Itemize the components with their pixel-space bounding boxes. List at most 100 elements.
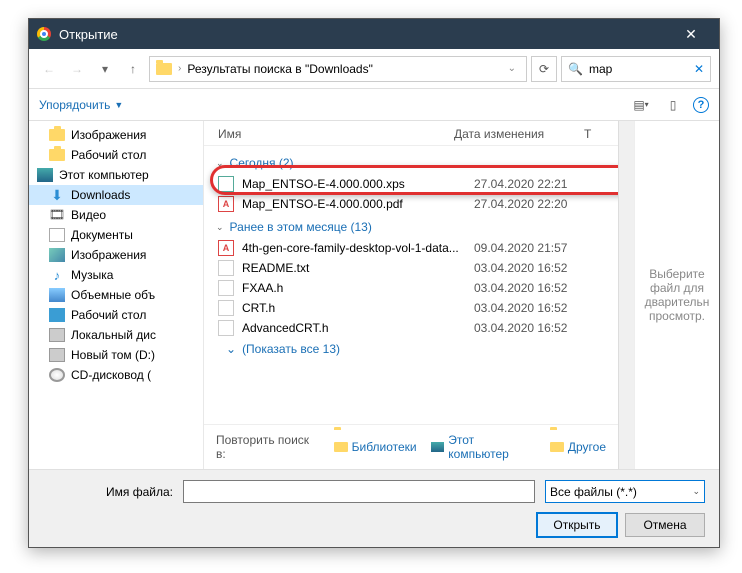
file-list: ⌄Сегодня (2)Map_ENTSO-E-4.000.000.xps27.… bbox=[204, 146, 618, 424]
txt-file-icon bbox=[218, 300, 234, 316]
sidebar-item-label: Этот компьютер bbox=[59, 168, 149, 182]
txt-file-icon bbox=[218, 260, 234, 276]
search-other-link[interactable]: Другое bbox=[550, 440, 606, 454]
sidebar-item[interactable]: Документы bbox=[29, 225, 203, 245]
sidebar-item-label: Видео bbox=[71, 208, 106, 222]
sidebar-item[interactable]: Локальный дис bbox=[29, 325, 203, 345]
col-date[interactable]: Дата изменения bbox=[454, 127, 584, 141]
folder-icon bbox=[49, 149, 65, 161]
mus-icon: ♪ bbox=[49, 268, 65, 282]
titlebar: Открытие ✕ bbox=[29, 19, 719, 49]
sidebar-item-label: Рабочий стол bbox=[71, 148, 146, 162]
pdf-file-icon: A bbox=[218, 240, 234, 256]
cancel-button[interactable]: Отмена bbox=[625, 513, 705, 537]
search-box[interactable]: 🔍 ✕ bbox=[561, 56, 711, 82]
recent-dropdown[interactable]: ▾ bbox=[93, 57, 117, 81]
sidebar-item[interactable]: Изображения bbox=[29, 245, 203, 265]
group-header[interactable]: ⌄Ранее в этом месяце (13) bbox=[212, 214, 610, 238]
organize-menu[interactable]: Упорядочить ▼ bbox=[39, 98, 123, 112]
chevron-down-icon: ⌄ bbox=[216, 158, 224, 169]
sidebar-item-label: Музыка bbox=[71, 268, 113, 282]
sidebar-item[interactable]: 🎞 Видео bbox=[29, 205, 203, 225]
sidebar-item-label: Локальный дис bbox=[71, 328, 156, 342]
file-row[interactable]: README.txt03.04.2020 16:52 bbox=[212, 258, 610, 278]
sidebar-item[interactable]: Изображения bbox=[29, 125, 203, 145]
sidebar-item[interactable]: CD-дисковод ( bbox=[29, 365, 203, 385]
sidebar-item[interactable]: Объемные объ bbox=[29, 285, 203, 305]
doc-icon bbox=[49, 228, 65, 242]
desk-icon bbox=[49, 308, 65, 322]
sidebar-item[interactable]: ♪ Музыка bbox=[29, 265, 203, 285]
file-date: 03.04.2020 16:52 bbox=[474, 261, 604, 275]
img-icon bbox=[49, 248, 65, 262]
file-row[interactable]: Map_ENTSO-E-4.000.000.xps27.04.2020 22:2… bbox=[212, 174, 610, 194]
file-name: CRT.h bbox=[242, 301, 466, 315]
show-all-link[interactable]: ⌄(Показать все 13) bbox=[212, 338, 610, 360]
close-button[interactable]: ✕ bbox=[671, 26, 711, 43]
sidebar-item[interactable]: ⬇Downloads bbox=[29, 185, 203, 205]
breadcrumb-label: Результаты поиска в "Downloads" bbox=[187, 62, 373, 76]
refresh-button[interactable]: ⟳ bbox=[531, 56, 557, 82]
filename-input[interactable] bbox=[183, 480, 535, 503]
sidebar-item[interactable]: Новый том (D:) bbox=[29, 345, 203, 365]
chevron-down-icon: ▼ bbox=[114, 100, 123, 110]
preview-pane: Выберите файл для дварительн просмотр. bbox=[634, 121, 719, 469]
file-row[interactable]: AdvancedCRT.h03.04.2020 16:52 bbox=[212, 318, 610, 338]
file-row[interactable]: AMap_ENTSO-E-4.000.000.pdf27.04.2020 22:… bbox=[212, 194, 610, 214]
preview-pane-button[interactable]: ▯ bbox=[661, 94, 685, 116]
search-icon: 🔍 bbox=[568, 62, 583, 76]
sidebar-item[interactable]: Рабочий стол bbox=[29, 145, 203, 165]
txt-file-icon bbox=[218, 280, 234, 296]
preview-text: Выберите файл для дварительн просмотр. bbox=[643, 267, 711, 323]
footer: Имя файла: Все файлы (*.*) ⌄ Открыть Отм… bbox=[29, 469, 719, 547]
folder-icon bbox=[156, 63, 172, 75]
file-name: 4th-gen-core-family-desktop-vol-1-data..… bbox=[242, 241, 466, 255]
folder-icon bbox=[49, 129, 65, 141]
chrome-icon bbox=[37, 27, 51, 41]
file-name: AdvancedCRT.h bbox=[242, 321, 466, 335]
chevron-down-icon: ⌄ bbox=[216, 222, 224, 233]
sidebar-item[interactable]: Этот компьютер bbox=[29, 165, 203, 185]
chevron-down-icon: ⌄ bbox=[226, 342, 236, 356]
toolbar: Упорядочить ▼ ▤▾ ▯ ? bbox=[29, 89, 719, 121]
sidebar-item-label: Объемные объ bbox=[71, 288, 155, 302]
group-header[interactable]: ⌄Сегодня (2) bbox=[212, 150, 610, 174]
clear-search-button[interactable]: ✕ bbox=[694, 62, 704, 76]
sidebar-item-label: Изображения bbox=[71, 248, 146, 262]
file-date: 03.04.2020 16:52 bbox=[474, 281, 604, 295]
file-row[interactable]: FXAA.h03.04.2020 16:52 bbox=[212, 278, 610, 298]
open-button[interactable]: Открыть bbox=[537, 513, 617, 537]
up-button[interactable]: ↑ bbox=[121, 57, 145, 81]
pc-icon bbox=[37, 168, 53, 182]
disk-icon bbox=[49, 348, 65, 362]
sidebar-item[interactable]: Рабочий стол bbox=[29, 305, 203, 325]
sidebar-item-label: Новый том (D:) bbox=[71, 348, 155, 362]
search-libraries-link[interactable]: Библиотеки bbox=[334, 440, 417, 454]
pdf-file-icon: A bbox=[218, 196, 234, 212]
txt-file-icon bbox=[218, 320, 234, 336]
search-input[interactable] bbox=[589, 62, 679, 76]
back-button[interactable]: ← bbox=[37, 57, 61, 81]
help-button[interactable]: ? bbox=[693, 97, 709, 113]
breadcrumb-dropdown[interactable]: ⌄ bbox=[504, 63, 520, 74]
file-type-filter[interactable]: Все файлы (*.*) ⌄ bbox=[545, 480, 705, 503]
repeat-search-bar: Повторить поиск в: Библиотеки Этот компь… bbox=[204, 424, 618, 469]
search-pc-link[interactable]: Этот компьютер bbox=[431, 433, 536, 461]
scrollbar[interactable] bbox=[618, 121, 634, 469]
filename-label: Имя файла: bbox=[43, 485, 173, 499]
col-name[interactable]: Имя bbox=[218, 127, 454, 141]
view-options-button[interactable]: ▤▾ bbox=[629, 94, 653, 116]
file-row[interactable]: A 4th-gen-core-family-desktop-vol-1-data.… bbox=[212, 238, 610, 258]
vid-icon: 🎞 bbox=[49, 208, 65, 222]
sidebar-item-label: CD-дисковод ( bbox=[71, 368, 151, 382]
sidebar-item-label: Downloads bbox=[71, 188, 130, 202]
cd-icon bbox=[49, 368, 65, 382]
breadcrumb[interactable]: › Результаты поиска в "Downloads" ⌄ bbox=[149, 56, 527, 82]
repeat-search-label: Повторить поиск в: bbox=[216, 433, 320, 461]
forward-button[interactable]: → bbox=[65, 57, 89, 81]
file-open-dialog: Открытие ✕ ← → ▾ ↑ › Результаты поиска в… bbox=[28, 18, 720, 548]
file-date: 27.04.2020 22:20 bbox=[474, 197, 604, 211]
file-row[interactable]: CRT.h03.04.2020 16:52 bbox=[212, 298, 610, 318]
col-type[interactable]: Т bbox=[584, 127, 604, 141]
chevron-down-icon: ⌄ bbox=[692, 486, 700, 497]
